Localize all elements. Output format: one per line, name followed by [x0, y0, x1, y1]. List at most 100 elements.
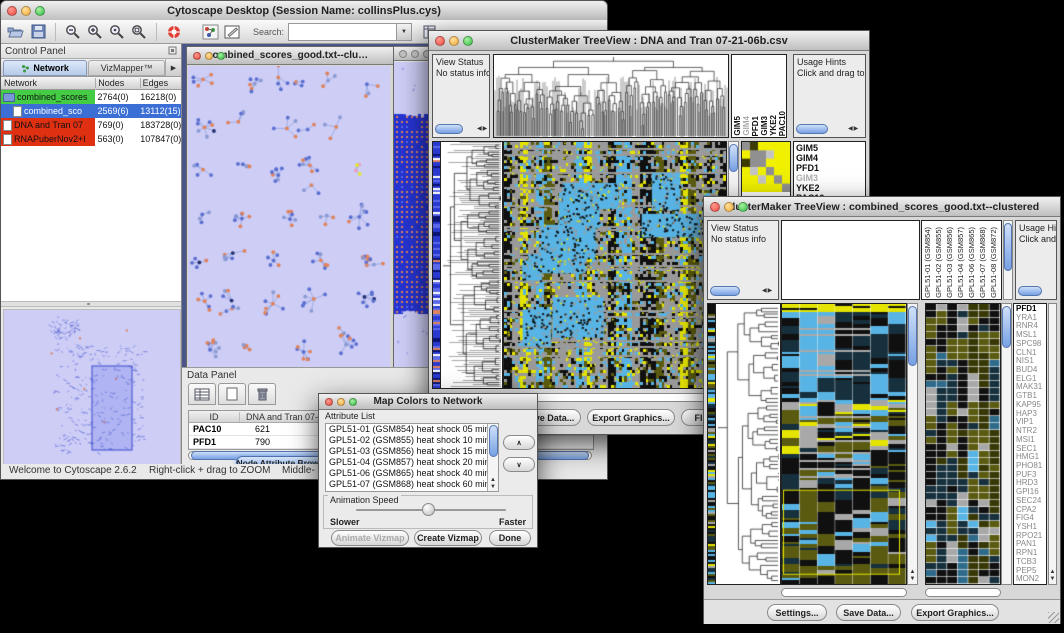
attribute-list-item[interactable]: GPL51-07 (GSM868) heat shock 60 min: [326, 479, 486, 490]
close-button[interactable]: [7, 6, 17, 16]
close-button[interactable]: [435, 36, 445, 46]
attribute-list-item[interactable]: GPL51-04 (GSM857) heat shock 20 min: [326, 457, 486, 468]
network-table-row[interactable]: DNA and Tran 07769(0)183728(0): [1, 118, 181, 132]
tv1-status-scroll-thumb[interactable]: [435, 124, 463, 134]
attribute-list-item[interactable]: GPL51-02 (GSM855) heat shock 10 min: [326, 435, 486, 446]
animate-vizmap-button[interactable]: Animate Vizmap: [331, 530, 409, 546]
tv2-vscrollbar[interactable]: ▲▼: [907, 303, 918, 585]
close-button[interactable]: [710, 202, 720, 212]
tv2-global-thumbnail-canvas[interactable]: [708, 304, 715, 584]
tv2-zoom-vscrollbar[interactable]: [1001, 303, 1012, 585]
treeview2-title-bar[interactable]: ClusterMaker TreeView : combined_scores_…: [704, 197, 1060, 217]
gene-label[interactable]: GIM5: [794, 143, 865, 153]
new-attribute-icon[interactable]: [218, 383, 246, 405]
create-vizmap-button[interactable]: Create Vizmap: [414, 530, 482, 546]
zoom-button[interactable]: [35, 6, 45, 16]
tv1-row-dendrogram-canvas[interactable]: [441, 142, 501, 388]
help-lifering-icon[interactable]: [163, 22, 185, 42]
col-header-nodes[interactable]: Nodes: [96, 78, 140, 88]
attribute-list-item[interactable]: GPL51-06 (GSM865) heat shock 40 min: [326, 468, 486, 479]
minimize-button[interactable]: [411, 50, 419, 58]
gene-label[interactable]: GIM4: [794, 153, 865, 163]
float-panel-icon[interactable]: [168, 42, 177, 60]
tv1-hints-scroll-thumb[interactable]: [796, 124, 828, 134]
tv1-heatmap-canvas[interactable]: [504, 142, 726, 388]
splitter-handle[interactable]: [87, 303, 90, 305]
attribute-list-item[interactable]: GPL51-01 (GSM854) heat shock 05 min: [326, 424, 486, 435]
minimize-button[interactable]: [21, 6, 31, 16]
gene-label[interactable]: GIM3: [794, 173, 865, 183]
search-dropdown-button[interactable]: ▼: [396, 24, 411, 40]
tv1-column-dendrogram-canvas[interactable]: [494, 55, 728, 137]
network-view-icon[interactable]: [199, 22, 221, 42]
open-folder-icon[interactable]: [5, 22, 27, 42]
zoom-in-icon[interactable]: [84, 22, 106, 42]
save-icon[interactable]: [27, 22, 49, 42]
gene-label[interactable]: PFD1: [794, 163, 865, 173]
minimize-button[interactable]: [337, 398, 345, 406]
save-data-button[interactable]: Save Data...: [836, 604, 901, 621]
tv2-row-dendrogram-canvas[interactable]: [716, 304, 779, 584]
scroll-left-arrow[interactable]: ◀: [762, 288, 767, 295]
scroll-right-arrow[interactable]: ▶: [768, 288, 773, 295]
data-col-id[interactable]: ID: [189, 412, 240, 422]
scroll-right-arrow[interactable]: ▶: [483, 126, 488, 133]
network-table-row[interactable]: combined_sco2569(6)13112(15): [1, 104, 181, 118]
tv2-collabel-scrollbar[interactable]: [1003, 220, 1013, 300]
network-view-canvas[interactable]: [188, 66, 390, 367]
minimize-button[interactable]: [205, 52, 213, 60]
zoom-button[interactable]: [463, 36, 473, 46]
scroll-right-arrow[interactable]: ▶: [854, 126, 859, 133]
search-combobox[interactable]: ▼: [288, 23, 412, 41]
resize-grip[interactable]: [1048, 612, 1059, 623]
zoom-button[interactable]: [738, 202, 748, 212]
scroll-up-arrow[interactable]: ▲: [1049, 569, 1056, 576]
col-header-edges[interactable]: Edges: [141, 78, 181, 88]
main-title-bar[interactable]: Cytoscape Desktop (Session Name: collins…: [1, 1, 607, 21]
scroll-down-arrow[interactable]: ▼: [1049, 576, 1056, 583]
zoom-fit-icon[interactable]: [128, 22, 150, 42]
search-input[interactable]: [289, 25, 396, 39]
settings-button[interactable]: Settings...: [767, 604, 827, 621]
dialog-title-bar[interactable]: Map Colors to Network: [319, 394, 537, 410]
network-table-row[interactable]: combined_scores2764(0)16218(0): [1, 90, 181, 104]
close-button[interactable]: [399, 50, 407, 58]
scroll-left-arrow[interactable]: ◀: [848, 126, 853, 133]
zoom-out-icon[interactable]: [62, 22, 84, 42]
scroll-down-arrow[interactable]: ▼: [908, 576, 917, 583]
tab-overflow-arrow[interactable]: ▶: [165, 59, 181, 76]
scroll-up-arrow[interactable]: ▲: [908, 569, 917, 576]
minimize-button[interactable]: [724, 202, 734, 212]
done-button[interactable]: Done: [489, 530, 531, 546]
minimize-button[interactable]: [449, 36, 459, 46]
tab-vizmapper[interactable]: VizMapper™: [88, 60, 165, 76]
close-button[interactable]: [325, 398, 333, 406]
tv2-hscrollbar[interactable]: [781, 588, 907, 597]
tv1-zoom-heatmap-canvas[interactable]: [742, 142, 790, 192]
attribute-list[interactable]: GPL51-01 (GSM854) heat shock 05 minGPL51…: [325, 423, 499, 492]
gene-label[interactable]: YKE2: [794, 183, 865, 193]
move-up-button[interactable]: ∧: [503, 435, 535, 450]
tv2-heatmap-canvas[interactable]: [782, 304, 906, 584]
tv2-zoom-hscrollbar[interactable]: [925, 588, 1001, 597]
network-table-row[interactable]: RNAPuberNov2+I563(0)107847(0): [1, 132, 181, 146]
attribute-list-scroll-thumb[interactable]: [489, 425, 498, 457]
tv2-zoom-heatmap-canvas[interactable]: [926, 304, 1000, 584]
tv2-hints-scroll-thumb[interactable]: [1018, 286, 1042, 296]
zoom-selected-icon[interactable]: [106, 22, 128, 42]
export-graphics-button[interactable]: Export Graphics...: [911, 604, 999, 621]
zoom-button[interactable]: [349, 398, 357, 406]
attribute-list-item[interactable]: GPL51-03 (GSM856) heat shock 15 min: [326, 446, 486, 457]
col-header-network[interactable]: Network: [1, 78, 96, 88]
scroll-down-arrow[interactable]: ▼: [488, 484, 498, 491]
tab-network[interactable]: Network: [3, 60, 87, 76]
tv2-status-scroll-thumb[interactable]: [710, 286, 740, 296]
table-view-icon[interactable]: [188, 383, 216, 405]
close-button[interactable]: [193, 52, 201, 60]
annotation-icon[interactable]: [221, 22, 243, 42]
zoom-button[interactable]: [217, 52, 225, 60]
tv1-export-graphics-button[interactable]: Export Graphics...: [587, 409, 675, 426]
slider-thumb[interactable]: [422, 503, 435, 516]
tv2-genelist-scrollbar[interactable]: ▲▼: [1048, 303, 1057, 585]
delete-attribute-icon[interactable]: [248, 383, 276, 405]
